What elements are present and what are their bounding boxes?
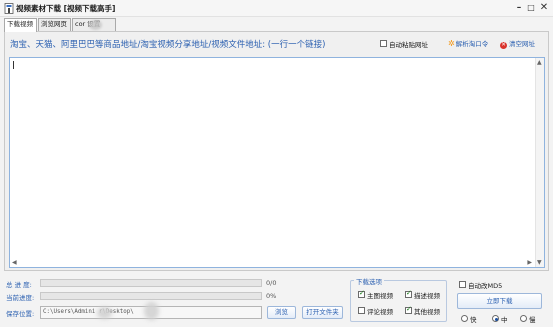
- speed-medium-label[interactable]: 中: [501, 314, 508, 324]
- url-instruction: 淘宝、天猫、阿里巴巴等商品地址/淘宝视频分享地址/视频文件地址: (一行一个链接…: [10, 40, 326, 50]
- scroll-down-icon[interactable]: ▼: [537, 259, 542, 266]
- maximize-button[interactable]: □: [524, 2, 538, 14]
- total-progress-value: 0/0: [266, 279, 277, 287]
- current-progress-value: 0%: [266, 292, 277, 300]
- download-options-group: 下载选项 主图视频 描述视频 评论视频 其他视频: [350, 276, 447, 322]
- url-panel: 淘宝、天猫、阿里巴巴等商品地址/淘宝视频分享地址/视频文件地址: (一行一个链接…: [4, 31, 549, 271]
- main-video-label[interactable]: 主图视频: [367, 290, 393, 300]
- auto-md5-checkbox[interactable]: [459, 281, 466, 288]
- auto-paste-label[interactable]: 自动粘贴网址: [389, 39, 428, 49]
- app-icon: [4, 3, 14, 14]
- desc-video-checkbox[interactable]: [405, 289, 412, 298]
- clear-icon: ✕: [500, 42, 507, 49]
- tab-browse-web[interactable]: 浏览网页: [38, 18, 71, 31]
- save-path-text: C:\Users\Admini r\Desktop\: [43, 309, 134, 315]
- vertical-scrollbar[interactable]: ▲ ▼: [535, 58, 544, 267]
- url-textarea[interactable]: ▲ ▼ ◀ ▶: [9, 57, 545, 268]
- text-caret: [13, 61, 14, 69]
- current-progress-bar: [40, 292, 262, 300]
- other-video-label[interactable]: 其他视频: [414, 306, 440, 316]
- review-video-checkbox[interactable]: [358, 307, 365, 314]
- parse-taokouling-link[interactable]: ✲解析淘口令: [448, 38, 488, 48]
- auto-md5-label[interactable]: 自动改MD5: [468, 280, 502, 290]
- review-video-label[interactable]: 评论视频: [367, 306, 393, 316]
- save-location-label: 保存位置:: [6, 310, 35, 318]
- scroll-right-icon[interactable]: ▶: [527, 259, 532, 266]
- clear-urls-link[interactable]: ✕ 清空网址: [500, 38, 535, 49]
- open-folder-button[interactable]: 打开文件夹: [302, 306, 343, 319]
- desc-video-label[interactable]: 描述视频: [414, 290, 440, 300]
- download-now-button[interactable]: 立即下载: [457, 293, 542, 309]
- scroll-left-icon[interactable]: ◀: [12, 259, 17, 266]
- title-bar: 视频素材下载 [视频下载高手] – □ ✕: [0, 0, 553, 17]
- close-button[interactable]: ✕: [537, 2, 551, 14]
- tab-download-video[interactable]: 下载视频: [4, 18, 37, 32]
- download-options-title: 下载选项: [354, 276, 384, 286]
- tab-settings[interactable]: cor 设置: [72, 18, 116, 31]
- browse-button[interactable]: 浏览: [267, 306, 296, 319]
- current-progress-label: 当前进度:: [6, 294, 35, 302]
- total-progress-label: 总 进 度:: [6, 281, 32, 289]
- auto-paste-checkbox[interactable]: [380, 40, 387, 47]
- speed-slow-radio[interactable]: [520, 315, 527, 322]
- redaction-blur: [89, 20, 102, 30]
- speed-fast-label[interactable]: 快: [470, 314, 477, 324]
- other-video-checkbox[interactable]: [405, 305, 412, 314]
- speed-slow-label[interactable]: 慢: [529, 314, 536, 324]
- speed-medium-radio[interactable]: [492, 315, 499, 322]
- clear-label: 清空网址: [509, 40, 535, 48]
- parse-label: 解析淘口令: [455, 40, 489, 48]
- main-video-checkbox[interactable]: [358, 289, 365, 298]
- redaction-blur: [97, 307, 112, 319]
- total-progress-bar: [40, 279, 262, 287]
- window-title: 视频素材下载 [视频下载高手]: [16, 4, 116, 13]
- redaction-blur: [144, 302, 159, 320]
- speed-fast-radio[interactable]: [461, 315, 468, 322]
- scroll-up-icon[interactable]: ▲: [537, 59, 542, 66]
- sun-icon: ✲: [448, 39, 455, 48]
